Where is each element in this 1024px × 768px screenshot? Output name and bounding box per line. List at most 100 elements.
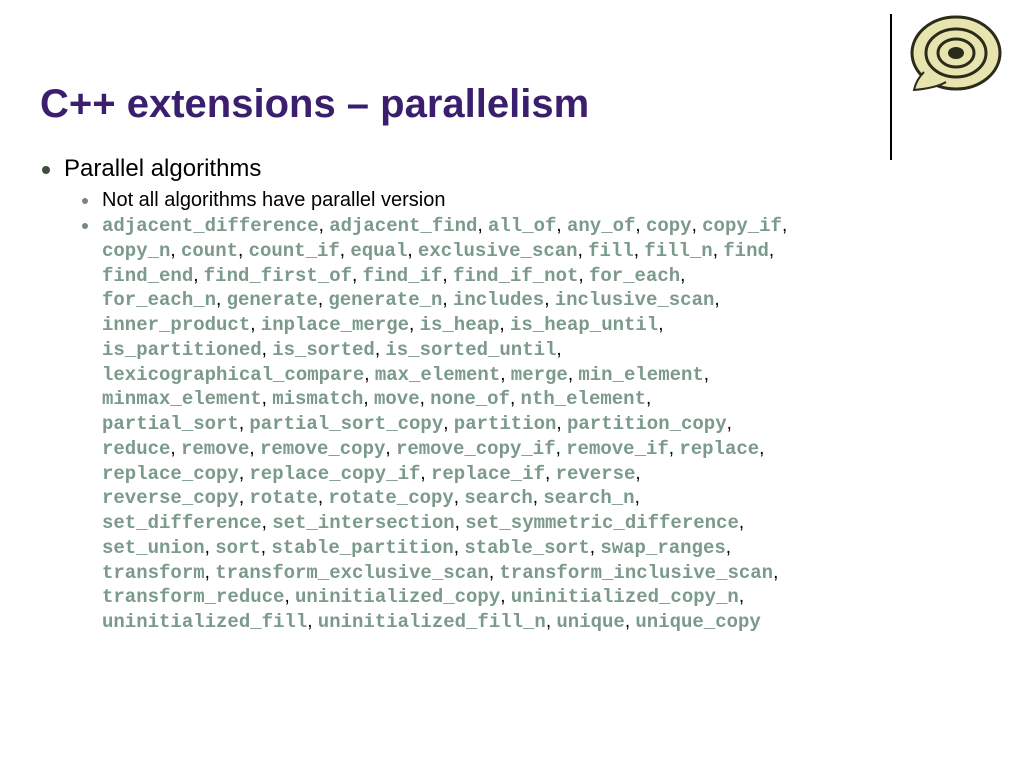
separator: ,	[635, 215, 646, 236]
separator: ,	[443, 413, 454, 434]
separator: ,	[216, 289, 227, 310]
algorithm-name: count_if	[249, 240, 340, 262]
separator: ,	[714, 289, 719, 310]
algorithm-name: copy	[646, 215, 692, 237]
algorithm-name: minmax_element	[102, 388, 262, 410]
algorithm-name: for_each_n	[102, 289, 216, 311]
algorithm-name: stable_partition	[271, 537, 453, 559]
separator: ,	[658, 314, 663, 335]
algorithm-name: uninitialized_fill_n	[318, 611, 546, 633]
algorithm-name: partition	[454, 413, 557, 435]
algorithm-name: transform_exclusive_scan	[215, 562, 489, 584]
algorithm-name: sort	[215, 537, 261, 559]
algorithm-name: partition_copy	[567, 413, 727, 435]
algorithm-name: mismatch	[272, 388, 363, 410]
separator: ,	[727, 413, 732, 434]
algorithm-name: inplace_merge	[261, 314, 409, 336]
algorithm-name: replace_copy	[102, 463, 239, 485]
separator: ,	[318, 289, 329, 310]
algorithm-name: generate	[227, 289, 318, 311]
separator: ,	[692, 215, 703, 236]
algorithm-name: fill	[588, 240, 634, 262]
bullet-parallel-algorithms: Parallel algorithms Not all algorithms h…	[64, 155, 984, 635]
separator: ,	[739, 586, 744, 607]
algorithm-name: fill_n	[644, 240, 712, 262]
separator: ,	[170, 438, 181, 459]
algorithm-name: is_heap_until	[510, 314, 658, 336]
algorithm-name: search_n	[543, 487, 634, 509]
separator: ,	[250, 314, 261, 335]
algorithm-name: set_difference	[102, 512, 262, 534]
algorithm-name: for_each	[589, 265, 680, 287]
separator: ,	[262, 339, 273, 360]
algorithm-name: rotate_copy	[328, 487, 453, 509]
algorithm-name: partial_sort_copy	[249, 413, 443, 435]
separator: ,	[205, 537, 216, 558]
separator: ,	[170, 240, 181, 261]
algorithm-name: transform_inclusive_scan	[499, 562, 773, 584]
algorithm-name: move	[374, 388, 420, 410]
algorithm-name: copy_n	[102, 240, 170, 262]
sub-bullet-algorithm-list: adjacent_difference, adjacent_find, all_…	[102, 214, 984, 635]
separator: ,	[533, 487, 544, 508]
separator: ,	[546, 611, 557, 632]
algorithm-name: remove_copy_if	[396, 438, 556, 460]
separator: ,	[455, 512, 466, 533]
algorithm-name: transform	[102, 562, 205, 584]
header-divider	[890, 14, 892, 160]
algorithm-name: remove	[181, 438, 249, 460]
separator: ,	[261, 537, 272, 558]
separator: ,	[782, 215, 787, 236]
algorithm-name: is_sorted_until	[385, 339, 556, 361]
separator: ,	[590, 537, 601, 558]
separator: ,	[544, 289, 555, 310]
algorithm-name: nth_element	[521, 388, 646, 410]
separator: ,	[238, 240, 249, 261]
separator: ,	[556, 339, 561, 360]
separator: ,	[499, 314, 510, 335]
algorithm-name: adjacent_find	[329, 215, 477, 237]
separator: ,	[726, 537, 731, 558]
algorithm-name: unique	[556, 611, 624, 633]
algorithm-name: replace_if	[431, 463, 545, 485]
algorithm-name: inner_product	[102, 314, 250, 336]
separator: ,	[375, 339, 386, 360]
bullet-text: Parallel algorithms	[64, 155, 261, 182]
separator: ,	[680, 265, 685, 286]
separator: ,	[556, 413, 567, 434]
separator: ,	[773, 562, 778, 583]
separator: ,	[635, 487, 640, 508]
separator: ,	[407, 240, 418, 261]
algorithm-name: merge	[511, 364, 568, 386]
separator: ,	[364, 364, 375, 385]
separator: ,	[239, 413, 250, 434]
algorithm-name: reduce	[102, 438, 170, 460]
separator: ,	[249, 438, 260, 459]
separator: ,	[284, 586, 295, 607]
algorithm-name: min_element	[578, 364, 703, 386]
snail-logo-icon	[906, 12, 1006, 94]
algorithm-name: set_intersection	[272, 512, 454, 534]
algorithm-name: equal	[350, 240, 407, 262]
algorithm-name: replace	[679, 438, 759, 460]
algorithm-name: replace_copy_if	[249, 463, 420, 485]
algorithm-name: includes	[453, 289, 544, 311]
algorithm-name: all_of	[488, 215, 556, 237]
separator: ,	[769, 240, 774, 261]
algorithm-name: any_of	[567, 215, 635, 237]
algorithm-name: uninitialized_copy	[295, 586, 500, 608]
separator: ,	[578, 265, 589, 286]
separator: ,	[477, 215, 488, 236]
separator: ,	[625, 611, 636, 632]
separator: ,	[759, 438, 764, 459]
separator: ,	[307, 611, 318, 632]
algorithm-name: unique_copy	[635, 611, 760, 633]
separator: ,	[489, 562, 500, 583]
algorithm-name: copy_if	[702, 215, 782, 237]
separator: ,	[239, 463, 250, 484]
separator: ,	[500, 364, 511, 385]
algorithm-name: remove_if	[566, 438, 669, 460]
separator: ,	[262, 388, 273, 409]
algorithm-name: exclusive_scan	[418, 240, 578, 262]
algorithm-name: is_partitioned	[102, 339, 262, 361]
